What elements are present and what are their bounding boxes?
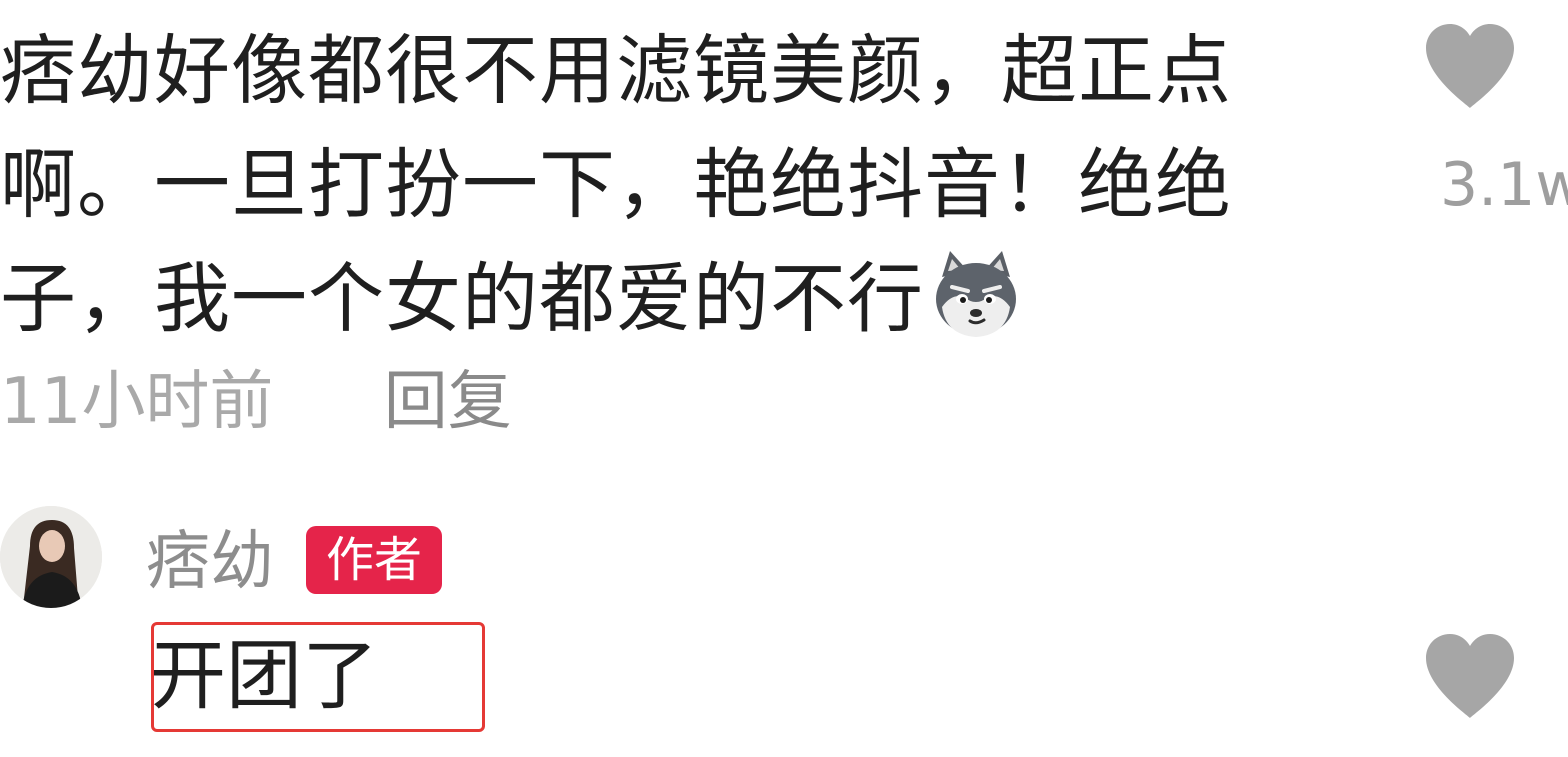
avatar-image (0, 506, 102, 608)
comment-timestamp: 11小时前 (0, 365, 274, 439)
avatar[interactable] (0, 506, 102, 608)
highlight-box (151, 622, 485, 732)
author-badge: 作者 (306, 526, 443, 594)
reply-author-name[interactable]: 痞幼 (146, 522, 274, 602)
heart-icon[interactable] (1422, 22, 1518, 110)
reply-button[interactable]: 回复 (384, 365, 512, 439)
heart-icon[interactable] (1422, 632, 1518, 720)
reply-like[interactable] (1420, 632, 1520, 720)
comment-body: 痞幼好像都很不用滤镜美颜，超正点啊。一旦打扮一下，艳绝抖音！绝绝子，我一个女的都… (0, 26, 1232, 343)
like-count: 3.1w (1440, 150, 1568, 220)
comment-meta: 11小时前 回复 (0, 362, 512, 442)
comment-like[interactable]: 3.1w (1420, 22, 1568, 220)
comment-text: 痞幼好像都很不用滤镜美颜，超正点啊。一旦打扮一下，艳绝抖音！绝绝子，我一个女的都… (0, 14, 1290, 356)
dog-face-emoji-icon (928, 247, 1024, 343)
